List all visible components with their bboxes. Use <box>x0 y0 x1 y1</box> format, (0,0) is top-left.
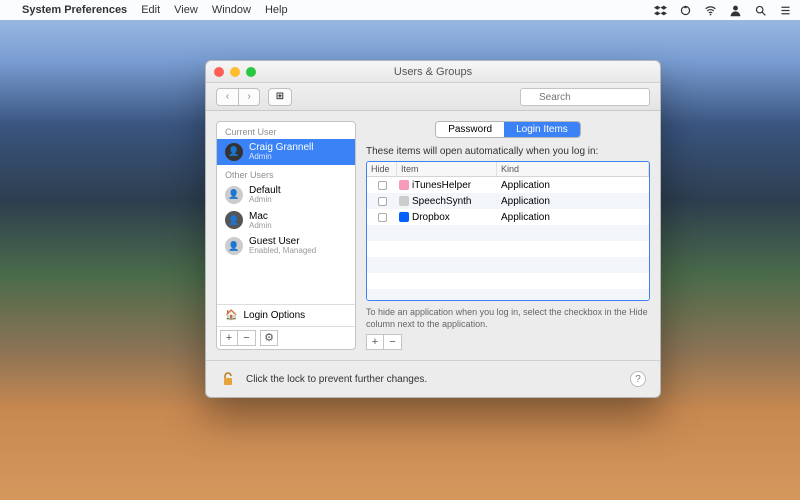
avatar: 👤 <box>225 211 243 229</box>
forward-button[interactable]: › <box>238 88 260 106</box>
plus-icon: + <box>226 333 232 344</box>
table-row <box>367 257 649 273</box>
hide-checkbox[interactable] <box>378 197 387 206</box>
user-actions-button[interactable]: ⚙ <box>260 330 278 346</box>
menubar: System Preferences Edit View Window Help <box>0 0 800 20</box>
app-icon <box>399 212 409 222</box>
dropbox-status-icon[interactable] <box>654 4 667 17</box>
window-title: Users & Groups <box>206 66 660 78</box>
minus-icon: − <box>243 333 249 344</box>
user-role-label: Admin <box>249 153 313 162</box>
search-input[interactable] <box>520 88 650 106</box>
app-menu[interactable]: System Preferences <box>22 4 127 16</box>
show-all-button[interactable]: ⊞ <box>268 88 292 106</box>
sidebar-user-default[interactable]: 👤 Default Admin <box>217 182 355 208</box>
chevron-left-icon: ‹ <box>226 91 229 102</box>
avatar: 👤 <box>225 237 243 255</box>
add-user-button[interactable]: + <box>220 330 238 346</box>
back-button[interactable]: ‹ <box>216 88 238 106</box>
add-login-item-button[interactable]: + <box>366 334 384 350</box>
app-icon <box>399 180 409 190</box>
table-row[interactable]: Dropbox Application <box>367 209 649 225</box>
login-items-hint: These items will open automatically when… <box>366 146 650 157</box>
notification-center-icon[interactable] <box>779 4 792 17</box>
remove-user-button[interactable]: − <box>238 330 256 346</box>
menu-edit[interactable]: Edit <box>141 4 160 16</box>
tab-password[interactable]: Password <box>436 122 504 137</box>
main-panel: Password Login Items These items will op… <box>366 121 650 350</box>
chevron-right-icon: › <box>247 91 250 102</box>
house-icon: 🏠 <box>225 310 237 321</box>
lock-text: Click the lock to prevent further change… <box>246 374 427 385</box>
current-user-section-label: Current User <box>217 122 355 139</box>
column-header-hide[interactable]: Hide <box>367 162 397 176</box>
column-header-item[interactable]: Item <box>397 162 497 176</box>
table-row[interactable]: SpeechSynth Application <box>367 193 649 209</box>
wifi-status-icon[interactable] <box>704 4 717 17</box>
user-status-icon[interactable] <box>729 4 742 17</box>
sidebar-user-guest[interactable]: 👤 Guest User Enabled, Managed <box>217 233 355 259</box>
item-kind: Application <box>501 212 550 223</box>
help-button[interactable]: ? <box>630 371 646 387</box>
avatar: 👤 <box>225 143 243 161</box>
app-icon <box>399 196 409 206</box>
other-users-section-label: Other Users <box>217 165 355 182</box>
desktop-wallpaper: System Preferences Edit View Window Help… <box>0 0 800 500</box>
table-row <box>367 241 649 257</box>
minus-icon: − <box>389 337 395 348</box>
hide-checkbox[interactable] <box>378 213 387 222</box>
hide-checkbox[interactable] <box>378 181 387 190</box>
menu-view[interactable]: View <box>174 4 198 16</box>
tab-switcher: Password Login Items <box>435 121 581 138</box>
plus-icon: + <box>372 337 378 348</box>
user-role-label: Admin <box>249 196 281 205</box>
user-role-label: Admin <box>249 222 272 231</box>
sidebar-user-mac[interactable]: 👤 Mac Admin <box>217 208 355 234</box>
spotlight-icon[interactable] <box>754 4 767 17</box>
question-icon: ? <box>635 374 641 385</box>
login-options-label: Login Options <box>243 310 305 321</box>
hide-hint-text: To hide an application when you log in, … <box>366 307 650 330</box>
item-kind: Application <box>501 196 550 207</box>
login-items-table: Hide Item Kind iTunesHelperApplicationSp… <box>366 161 650 301</box>
table-row <box>367 289 649 301</box>
login-options-button[interactable]: 🏠 Login Options <box>217 304 355 326</box>
gear-icon: ⚙ <box>264 333 274 344</box>
user-role-label: Enabled, Managed <box>249 247 316 256</box>
table-row <box>367 225 649 241</box>
table-row <box>367 273 649 289</box>
item-name: SpeechSynth <box>412 196 472 207</box>
item-kind: Application <box>501 180 550 191</box>
menu-help[interactable]: Help <box>265 4 288 16</box>
lock-icon[interactable] <box>220 371 236 387</box>
minimize-window-button[interactable] <box>230 67 240 77</box>
column-header-kind[interactable]: Kind <box>497 162 649 176</box>
close-window-button[interactable] <box>214 67 224 77</box>
menu-window[interactable]: Window <box>212 4 251 16</box>
item-name: iTunesHelper <box>412 180 471 191</box>
window-toolbar: ‹ › ⊞ 🔍 <box>206 83 660 111</box>
user-name-label: Mac <box>249 211 272 222</box>
item-name: Dropbox <box>412 212 450 223</box>
grid-icon: ⊞ <box>276 91 284 102</box>
preferences-window: Users & Groups ‹ › ⊞ 🔍 Current User <box>205 60 661 398</box>
window-titlebar[interactable]: Users & Groups <box>206 61 660 83</box>
avatar: 👤 <box>225 186 243 204</box>
table-row[interactable]: iTunesHelper Application <box>367 177 649 193</box>
zoom-window-button[interactable] <box>246 67 256 77</box>
tab-login-items[interactable]: Login Items <box>504 122 580 137</box>
sidebar-user-current[interactable]: 👤 Craig Grannell Admin <box>217 139 355 165</box>
remove-login-item-button[interactable]: − <box>384 334 402 350</box>
sync-status-icon[interactable] <box>679 4 692 17</box>
lock-row: Click the lock to prevent further change… <box>206 360 660 397</box>
users-sidebar: Current User 👤 Craig Grannell Admin Othe… <box>216 121 356 350</box>
